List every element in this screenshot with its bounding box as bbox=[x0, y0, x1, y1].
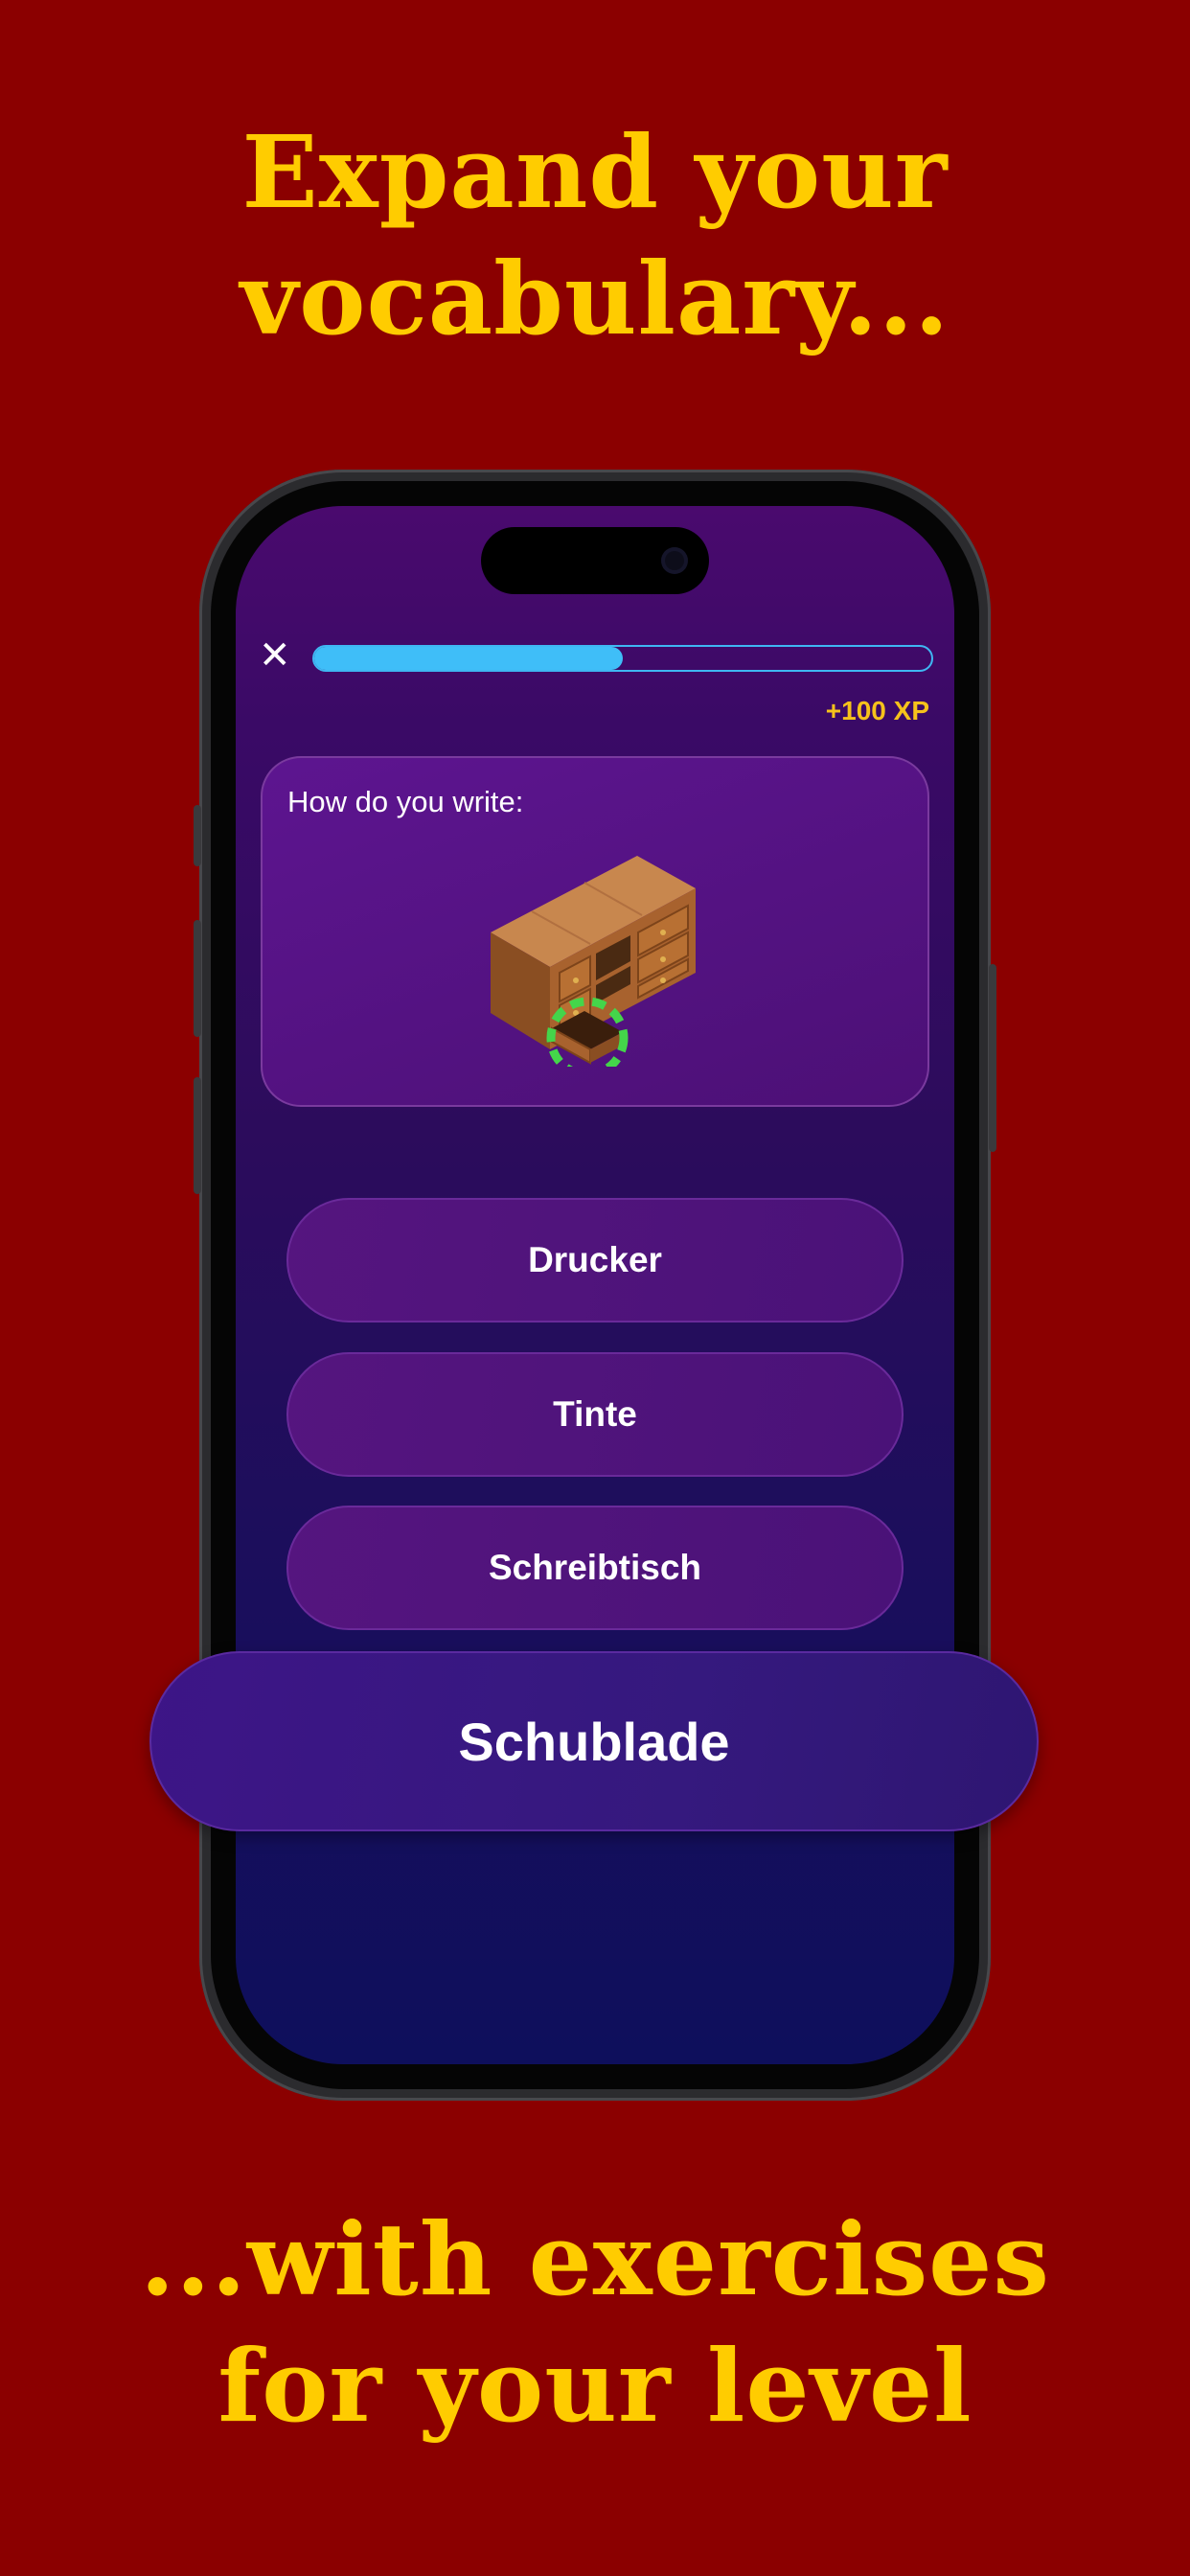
dynamic-island bbox=[481, 527, 709, 594]
xp-reward-label: +100 XP bbox=[825, 696, 929, 725]
headline-bottom: ...with exercises for your level bbox=[0, 2196, 1190, 2450]
answer-option-drucker[interactable]: Drucker bbox=[286, 1198, 904, 1322]
headline-top: Expand your vocabulary... bbox=[0, 109, 1190, 362]
headline-bottom-line-2: for your level bbox=[217, 2327, 973, 2445]
progress-bar bbox=[312, 645, 933, 672]
headline-top-line-2: vocabulary... bbox=[240, 240, 950, 357]
progress-bar-fill bbox=[314, 647, 623, 670]
close-icon[interactable]: ✕ bbox=[259, 636, 291, 675]
phone-volume-up-button bbox=[194, 920, 201, 1037]
phone-action-button bbox=[194, 805, 201, 866]
headline-bottom-line-1: ...with exercises bbox=[140, 2200, 1050, 2318]
question-card: How do you write: bbox=[261, 756, 929, 1107]
answer-option-schreibtisch[interactable]: Schreibtisch bbox=[286, 1506, 904, 1630]
camera-icon bbox=[661, 547, 688, 574]
phone-power-button bbox=[989, 964, 996, 1152]
phone-volume-down-button bbox=[194, 1077, 201, 1194]
headline-top-line-1: Expand your bbox=[241, 113, 949, 231]
answer-option-tinte[interactable]: Tinte bbox=[286, 1352, 904, 1477]
answer-option-schublade[interactable]: Schublade bbox=[149, 1651, 1039, 1831]
drawer-cabinet-illustration bbox=[491, 856, 696, 1067]
question-prompt: How do you write: bbox=[287, 785, 524, 818]
